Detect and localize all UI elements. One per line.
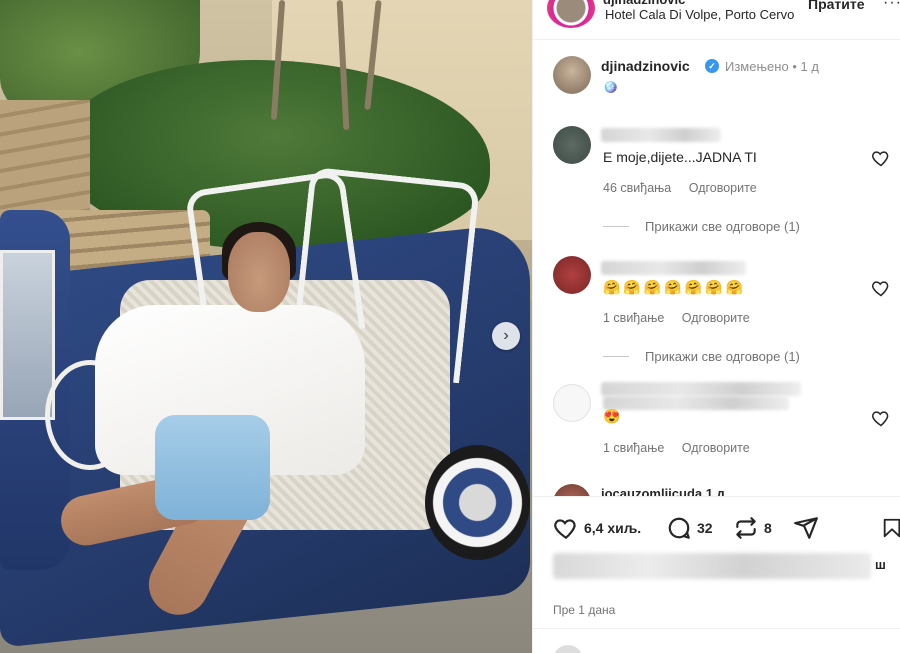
comment-avatar[interactable] bbox=[553, 384, 591, 422]
photo-windshield bbox=[0, 250, 55, 420]
comment-count[interactable]: 32 bbox=[697, 520, 713, 536]
comment-meta: 1 свиђање Одговорите bbox=[603, 311, 764, 325]
more-options-icon[interactable]: ··· bbox=[883, 0, 900, 12]
share-action[interactable] bbox=[793, 515, 824, 541]
heart-icon[interactable] bbox=[871, 278, 891, 298]
caption-username[interactable]: djinadzinovic bbox=[601, 58, 690, 74]
comment-meta: 1 свиђање Одговорите bbox=[603, 441, 764, 455]
author-avatar[interactable] bbox=[547, 0, 595, 28]
comment-username-blurred[interactable] bbox=[601, 261, 746, 275]
post-location[interactable]: Hotel Cala Di Volpe, Porto Cervo bbox=[605, 7, 794, 22]
caption-avatar[interactable] bbox=[553, 56, 591, 94]
like-action[interactable]: 6,4 хиљ. bbox=[553, 515, 641, 541]
comment-text: 😍 bbox=[603, 408, 621, 424]
meta-separator: • bbox=[792, 59, 797, 74]
save-action[interactable] bbox=[881, 515, 900, 541]
view-replies-label: Прикажи све одговоре (1) bbox=[645, 349, 800, 364]
comment-likes[interactable]: 46 свиђања bbox=[603, 181, 671, 195]
comment-likes[interactable]: 1 свиђање bbox=[603, 441, 664, 455]
comment-username-blurred[interactable] bbox=[601, 128, 721, 142]
view-replies-button[interactable]: Прикажи све одговоре (1) bbox=[603, 219, 800, 234]
post-time[interactable]: Пре 1 дана bbox=[553, 603, 615, 617]
caption-time[interactable]: 1 д bbox=[801, 59, 819, 74]
photo-skirt bbox=[155, 415, 270, 520]
send-icon[interactable] bbox=[793, 515, 819, 541]
divider bbox=[533, 628, 900, 629]
post-header: djinadzinovic Hotel Cala Di Volpe, Porto… bbox=[533, 0, 900, 40]
current-user-avatar bbox=[553, 645, 583, 653]
comment-avatar[interactable] bbox=[553, 126, 591, 164]
bookmark-icon[interactable] bbox=[881, 515, 900, 541]
post-photo[interactable]: › bbox=[0, 0, 532, 653]
caption-meta: Измењено • 1 д bbox=[725, 59, 819, 74]
comment-meta: 46 свиђања Одговорите bbox=[603, 181, 771, 195]
comment-avatar[interactable] bbox=[553, 256, 591, 294]
follow-button[interactable]: Пратите bbox=[808, 0, 865, 12]
replies-line bbox=[603, 356, 629, 357]
comment-reply-button[interactable]: Одговорите bbox=[682, 311, 750, 325]
repost-action[interactable]: 8 bbox=[733, 515, 772, 541]
liked-by-blurred[interactable] bbox=[553, 553, 871, 579]
comment-reply-button[interactable]: Одговорите bbox=[689, 181, 757, 195]
liked-by-edge-text: ш bbox=[875, 557, 886, 572]
comment-bubble-icon[interactable] bbox=[666, 515, 692, 541]
like-count[interactable]: 6,4 хиљ. bbox=[584, 520, 641, 536]
comment-text: 🤗🤗🤗🤗🤗🤗🤗 bbox=[603, 279, 747, 295]
comment-text: E moje,dijete...JADNA TI bbox=[603, 149, 757, 165]
view-replies-button[interactable]: Прикажи све одговоре (1) bbox=[603, 349, 800, 364]
view-replies-label: Прикажи све одговоре (1) bbox=[645, 219, 800, 234]
comment-username-blurred[interactable] bbox=[601, 382, 801, 396]
comment-reply-button[interactable]: Одговорите bbox=[682, 441, 750, 455]
comment-text-blurred bbox=[603, 396, 789, 410]
chevron-right-icon: › bbox=[503, 327, 509, 344]
post-side-panel: djinadzinovic Hotel Cala Di Volpe, Porto… bbox=[532, 0, 900, 653]
comment-action[interactable]: 32 bbox=[666, 515, 713, 541]
carousel-next-button[interactable]: › bbox=[492, 322, 520, 350]
post-actions-bar: 6,4 хиљ. 32 8 bbox=[533, 496, 900, 556]
photo-face bbox=[228, 232, 290, 312]
repost-icon[interactable] bbox=[733, 515, 759, 541]
author-username[interactable]: djinadzinovic bbox=[603, 0, 685, 7]
verified-badge-icon: ✓ bbox=[705, 59, 719, 73]
heart-icon[interactable] bbox=[871, 408, 891, 428]
edited-label: Измењено bbox=[725, 59, 789, 74]
comment-likes[interactable]: 1 свиђање bbox=[603, 311, 664, 325]
heart-icon[interactable] bbox=[553, 515, 579, 541]
photo-car-wheel bbox=[425, 445, 530, 560]
repost-count[interactable]: 8 bbox=[764, 520, 772, 536]
replies-line bbox=[603, 226, 629, 227]
heart-icon[interactable] bbox=[871, 148, 891, 168]
caption-text: 🪩 bbox=[603, 80, 618, 94]
